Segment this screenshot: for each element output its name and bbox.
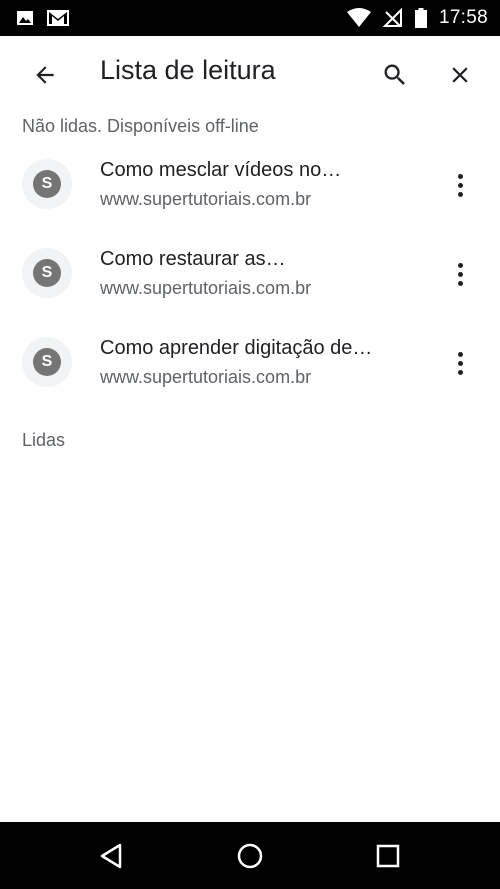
gmail-icon bbox=[46, 8, 70, 28]
back-button[interactable] bbox=[28, 58, 62, 92]
reading-list-item[interactable]: S Como mesclar vídeos no… www.supertutor… bbox=[0, 159, 500, 248]
close-icon bbox=[452, 67, 468, 83]
back-triangle-icon bbox=[100, 843, 122, 869]
more-options-button[interactable] bbox=[446, 258, 474, 290]
close-button[interactable] bbox=[443, 58, 477, 92]
search-icon bbox=[384, 64, 405, 85]
status-bar: 17:58 bbox=[0, 0, 500, 36]
nav-home-button[interactable] bbox=[232, 838, 268, 874]
item-title: Como mesclar vídeos no… bbox=[100, 159, 342, 181]
more-options-button[interactable] bbox=[446, 169, 474, 201]
section-header-unread: Não lidas. Disponíveis off-line bbox=[22, 116, 259, 136]
site-favicon: S bbox=[22, 248, 72, 298]
system-nav-bar bbox=[0, 822, 500, 889]
site-favicon: S bbox=[22, 337, 72, 387]
home-circle-icon bbox=[237, 843, 263, 869]
status-right-icons: 17:58 bbox=[346, 7, 488, 29]
battery-icon bbox=[414, 8, 427, 28]
clock: 17:58 bbox=[438, 7, 488, 28]
favicon-letter: S bbox=[33, 170, 61, 198]
page-title: Lista de leitura bbox=[100, 55, 276, 85]
image-icon bbox=[16, 9, 34, 27]
nav-back-button[interactable] bbox=[93, 838, 129, 874]
favicon-letter: S bbox=[33, 348, 61, 376]
item-title: Como aprender digitação de… bbox=[100, 337, 373, 359]
section-header-read: Lidas bbox=[22, 430, 66, 450]
reading-list-item[interactable]: S Como restaurar as… www.supertutoriais.… bbox=[0, 248, 500, 337]
search-button[interactable] bbox=[378, 58, 412, 92]
more-vert-icon bbox=[457, 351, 463, 357]
arrow-back-icon bbox=[36, 66, 54, 84]
recents-square-icon bbox=[376, 844, 400, 868]
reading-list-item[interactable]: S Como aprender digitação de… www.supert… bbox=[0, 337, 500, 426]
more-options-button[interactable] bbox=[446, 347, 474, 379]
item-url: www.supertutoriais.com.br bbox=[100, 278, 312, 298]
nav-recents-button[interactable] bbox=[370, 838, 406, 874]
wifi-icon bbox=[346, 8, 371, 28]
item-title: Como restaurar as… bbox=[100, 248, 286, 270]
app-toolbar: Lista de leitura bbox=[0, 36, 500, 112]
site-favicon: S bbox=[22, 159, 72, 209]
favicon-letter: S bbox=[33, 259, 61, 287]
more-vert-icon bbox=[457, 173, 463, 179]
status-left-icons bbox=[16, 8, 70, 28]
more-vert-icon bbox=[457, 262, 463, 268]
item-url: www.supertutoriais.com.br bbox=[100, 367, 312, 387]
item-url: www.supertutoriais.com.br bbox=[100, 189, 312, 209]
no-signal-icon bbox=[382, 8, 403, 28]
